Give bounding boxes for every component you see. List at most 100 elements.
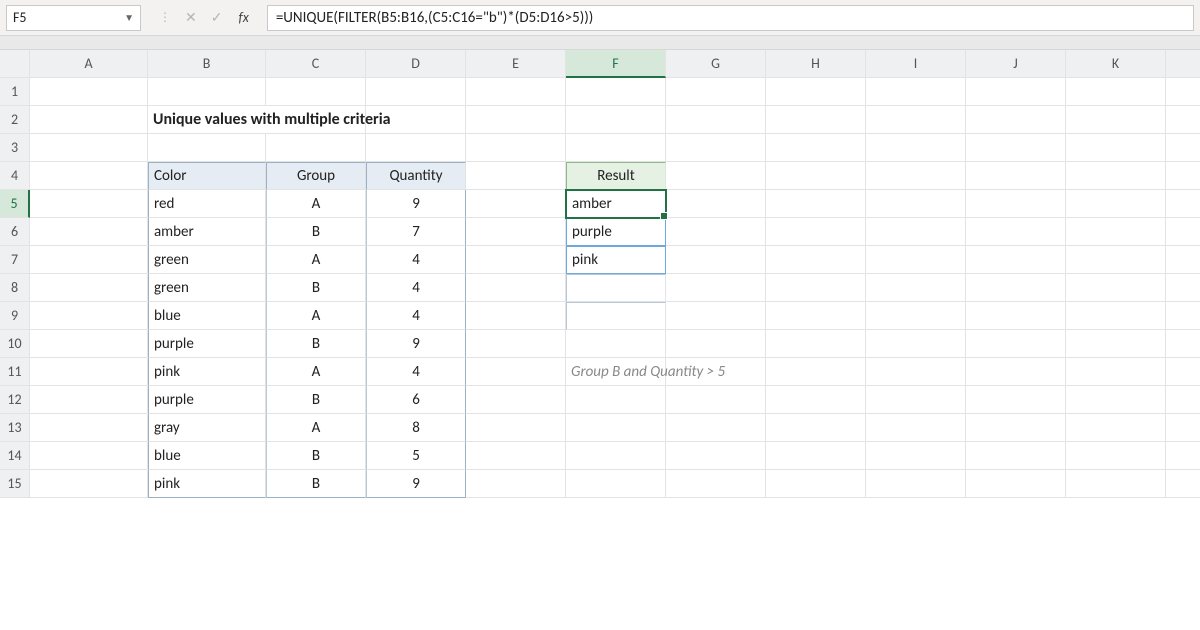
cell-H12[interactable] — [766, 386, 866, 414]
table-row[interactable]: green — [148, 246, 266, 274]
cell-I5[interactable] — [866, 190, 966, 218]
cell-H5[interactable] — [766, 190, 866, 218]
cell-G9[interactable] — [666, 302, 766, 330]
cell-B1[interactable] — [148, 78, 266, 106]
cell-J15[interactable] — [966, 470, 1066, 498]
cell-L6[interactable] — [1166, 218, 1200, 246]
cell-H2[interactable] — [766, 106, 866, 134]
cell-C3[interactable] — [266, 134, 366, 162]
cell-E3[interactable] — [466, 134, 566, 162]
col-header-J[interactable]: J — [966, 50, 1066, 78]
table-row[interactable]: blue — [148, 442, 266, 470]
confirm-icon[interactable]: ✓ — [211, 9, 223, 26]
col-header-K[interactable]: K — [1066, 50, 1166, 78]
cell-K8[interactable] — [1066, 274, 1166, 302]
table-row[interactable]: 8 — [366, 414, 466, 442]
cell-A2[interactable] — [30, 106, 148, 134]
cell-H9[interactable] — [766, 302, 866, 330]
cell-L13[interactable] — [1166, 414, 1200, 442]
cell-K7[interactable] — [1066, 246, 1166, 274]
cell-G4[interactable] — [666, 162, 766, 190]
result-header[interactable]: Result — [566, 162, 666, 190]
cell-A5[interactable] — [30, 190, 148, 218]
cell-E8[interactable] — [466, 274, 566, 302]
row-header-14[interactable]: 14 — [0, 442, 30, 470]
cell-G8[interactable] — [666, 274, 766, 302]
cell-J1[interactable] — [966, 78, 1066, 106]
cell-A14[interactable] — [30, 442, 148, 470]
cell-K15[interactable] — [1066, 470, 1166, 498]
table-row[interactable]: 4 — [366, 302, 466, 330]
cell-J11[interactable] — [966, 358, 1066, 386]
cell-I9[interactable] — [866, 302, 966, 330]
cell-A10[interactable] — [30, 330, 148, 358]
table-row[interactable]: A — [266, 246, 366, 274]
cell-G10[interactable] — [666, 330, 766, 358]
cell-A13[interactable] — [30, 414, 148, 442]
cell-E10[interactable] — [466, 330, 566, 358]
cell-L14[interactable] — [1166, 442, 1200, 470]
cell-J4[interactable] — [966, 162, 1066, 190]
spreadsheet-grid[interactable]: A B C D E F G H I J K 1 2 Unique values … — [0, 50, 1200, 498]
cell-I6[interactable] — [866, 218, 966, 246]
cell-I13[interactable] — [866, 414, 966, 442]
cell-H4[interactable] — [766, 162, 866, 190]
cell-G13[interactable] — [666, 414, 766, 442]
cell-J8[interactable] — [966, 274, 1066, 302]
table-row[interactable]: A — [266, 190, 366, 218]
cell-G2[interactable] — [666, 106, 766, 134]
cell-E4[interactable] — [466, 162, 566, 190]
cell-E15[interactable] — [466, 470, 566, 498]
cell-K2[interactable] — [1066, 106, 1166, 134]
table-header-group[interactable]: Group — [266, 162, 366, 190]
row-header-5[interactable]: 5 — [0, 190, 30, 218]
cell-G6[interactable] — [666, 218, 766, 246]
cell-J12[interactable] — [966, 386, 1066, 414]
cell-A3[interactable] — [30, 134, 148, 162]
cell-E5[interactable] — [466, 190, 566, 218]
row-header-6[interactable]: 6 — [0, 218, 30, 246]
cell-G1[interactable] — [666, 78, 766, 106]
result-cell[interactable]: purple — [566, 218, 666, 246]
col-header-G[interactable]: G — [666, 50, 766, 78]
cell-K1[interactable] — [1066, 78, 1166, 106]
cell-J2[interactable] — [966, 106, 1066, 134]
row-header-8[interactable]: 8 — [0, 274, 30, 302]
row-header-4[interactable]: 4 — [0, 162, 30, 190]
col-header-C[interactable]: C — [266, 50, 366, 78]
formula-input[interactable]: =UNIQUE(FILTER(B5:B16,(C5:C16="b")*(D5:D… — [267, 5, 1194, 31]
col-header-I[interactable]: I — [866, 50, 966, 78]
col-header-F[interactable]: F — [566, 50, 666, 78]
col-header-B[interactable]: B — [148, 50, 266, 78]
cell-E1[interactable] — [466, 78, 566, 106]
cell-L3[interactable] — [1166, 134, 1200, 162]
col-header-A[interactable]: A — [30, 50, 148, 78]
cell-H1[interactable] — [766, 78, 866, 106]
cell-J6[interactable] — [966, 218, 1066, 246]
cell-A11[interactable] — [30, 358, 148, 386]
cell-H3[interactable] — [766, 134, 866, 162]
cell-F2[interactable] — [566, 106, 666, 134]
table-row[interactable]: B — [266, 330, 366, 358]
cell-H15[interactable] — [766, 470, 866, 498]
table-row[interactable]: 5 — [366, 442, 466, 470]
table-row[interactable]: 9 — [366, 190, 466, 218]
cell-L2[interactable] — [1166, 106, 1200, 134]
cell-I2[interactable] — [866, 106, 966, 134]
cell-J3[interactable] — [966, 134, 1066, 162]
name-box[interactable]: F5 ▼ — [6, 5, 141, 31]
table-row[interactable]: B — [266, 470, 366, 498]
note-text[interactable]: Group B and Quantity > 5 — [566, 358, 666, 386]
table-row[interactable]: green — [148, 274, 266, 302]
table-row[interactable]: 4 — [366, 246, 466, 274]
cell-G3[interactable] — [666, 134, 766, 162]
cell-L11[interactable] — [1166, 358, 1200, 386]
cell-F12[interactable] — [566, 386, 666, 414]
cell-I12[interactable] — [866, 386, 966, 414]
sheet-title[interactable]: Unique values with multiple criteria — [148, 106, 266, 134]
cell-K3[interactable] — [1066, 134, 1166, 162]
col-header-D[interactable]: D — [366, 50, 466, 78]
cell-J13[interactable] — [966, 414, 1066, 442]
cell-G7[interactable] — [666, 246, 766, 274]
cell-H7[interactable] — [766, 246, 866, 274]
